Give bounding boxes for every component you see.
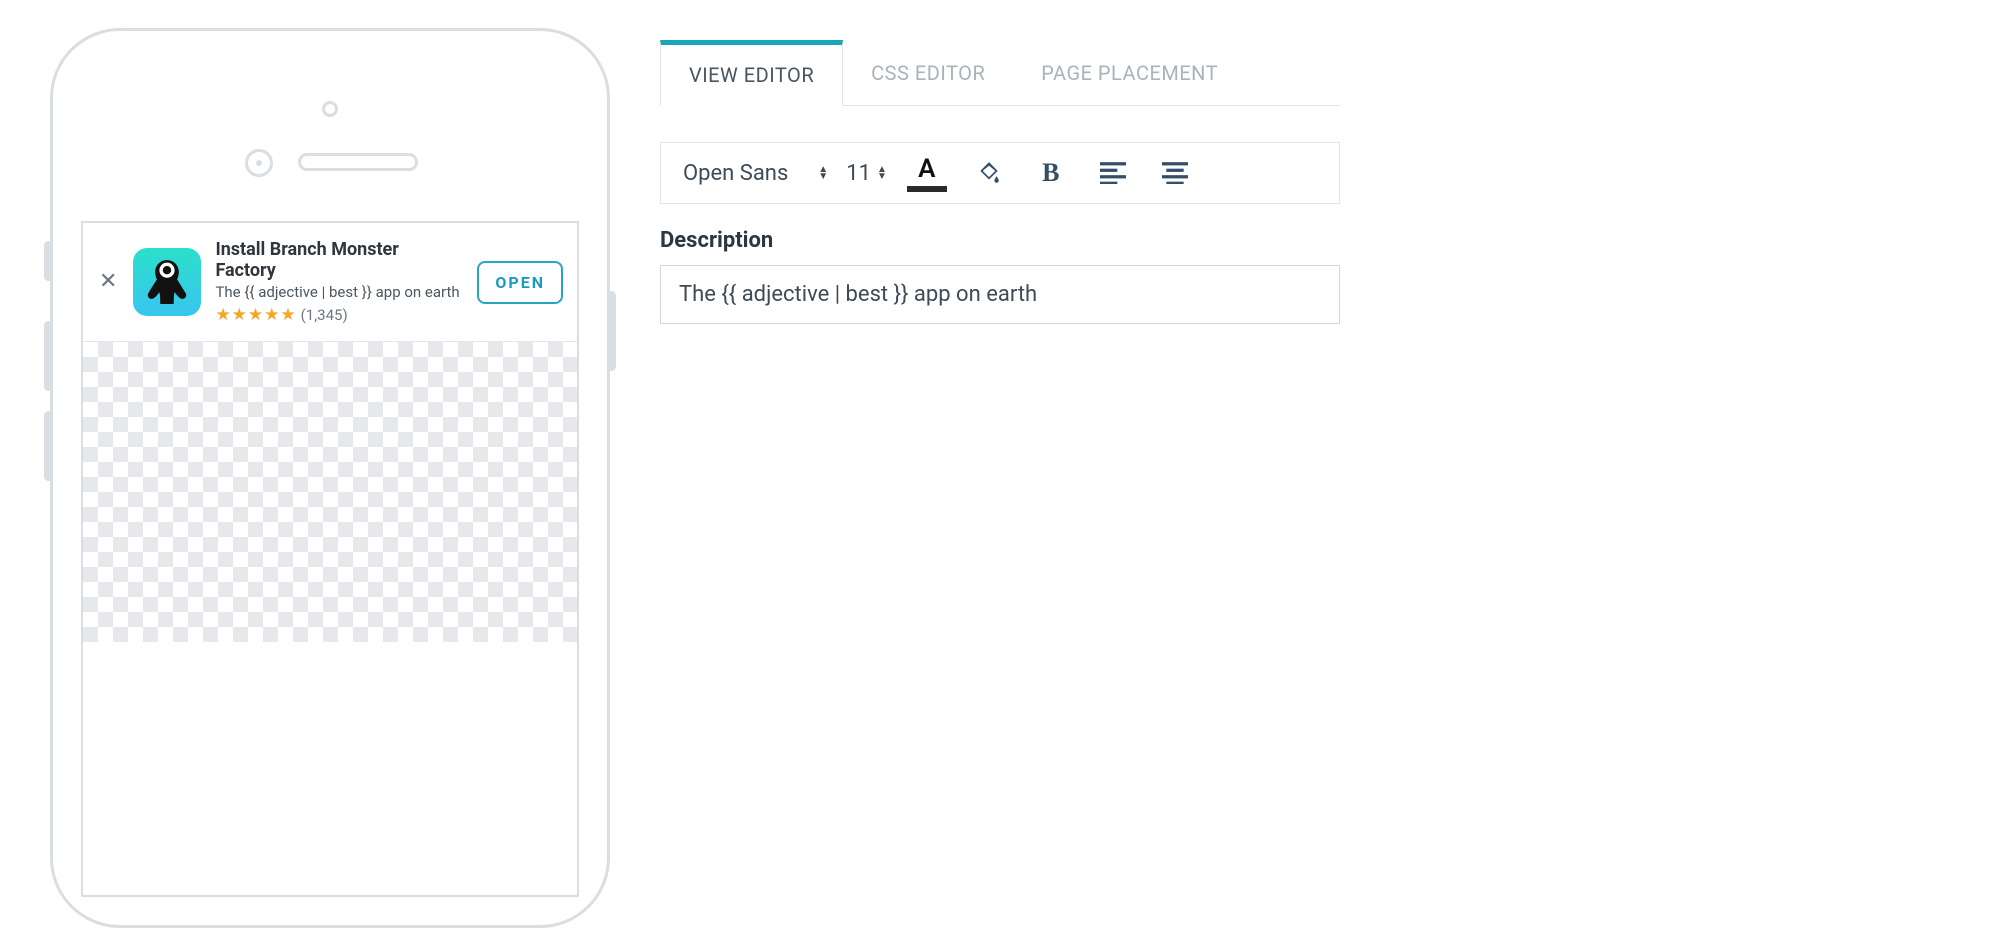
phone-side-button <box>44 411 53 481</box>
bold-button[interactable]: B <box>1029 158 1073 188</box>
banner-title: Install Branch Monster Factory <box>215 239 463 281</box>
banner-rating: ★★★★★ (1,345) <box>215 305 463 325</box>
star-icons: ★★★★★ <box>215 305 296 325</box>
paint-bucket-icon <box>976 160 1002 186</box>
phone-speaker <box>298 153 418 171</box>
text-toolbar: Open Sans ▲▼ 11 ▲▼ A B <box>660 142 1340 204</box>
close-icon[interactable]: ✕ <box>97 271 119 293</box>
phone-sensor-dot <box>322 101 338 117</box>
description-input[interactable] <box>660 265 1340 324</box>
align-center-icon <box>1162 162 1188 184</box>
smart-banner: ✕ Install Branch Monster Factory The {{ … <box>83 223 577 342</box>
banner-text-block: Install Branch Monster Factory The {{ ad… <box>215 239 463 325</box>
phone-mockup: ✕ Install Branch Monster Factory The {{ … <box>50 28 610 928</box>
monster-icon <box>140 255 194 309</box>
tab-bar: VIEW EDITOR CSS EDITOR PAGE PLACEMENT <box>660 40 1340 106</box>
tab-view-editor[interactable]: VIEW EDITOR <box>660 40 843 105</box>
fill-color-button[interactable] <box>967 160 1011 186</box>
open-button[interactable]: OPEN <box>477 261 563 304</box>
phone-side-button <box>44 241 53 281</box>
font-size-value: 11 <box>846 161 871 186</box>
description-label: Description <box>660 228 1340 253</box>
align-left-button[interactable] <box>1091 162 1135 184</box>
bold-icon: B <box>1042 158 1059 188</box>
align-center-button[interactable] <box>1153 162 1197 184</box>
font-family-value: Open Sans <box>683 161 788 186</box>
phone-side-button <box>607 291 616 371</box>
tab-css-editor[interactable]: CSS EDITOR <box>843 40 1013 105</box>
sort-arrows-icon: ▲▼ <box>877 166 887 180</box>
rating-count: (1,345) <box>301 306 348 324</box>
font-size-select[interactable]: 11 ▲▼ <box>846 161 887 186</box>
banner-subtitle: The {{ adjective | best }} app on earth <box>215 283 463 301</box>
align-left-icon <box>1100 162 1126 184</box>
text-color-button[interactable]: A <box>905 154 949 192</box>
text-color-swatch <box>907 186 947 192</box>
text-color-icon: A <box>918 154 935 184</box>
app-icon <box>133 248 201 316</box>
phone-screen: ✕ Install Branch Monster Factory The {{ … <box>81 221 579 897</box>
font-family-select[interactable]: Open Sans ▲▼ <box>683 161 828 186</box>
editor-panel: VIEW EDITOR CSS EDITOR PAGE PLACEMENT Op… <box>660 40 1340 324</box>
tab-page-placement[interactable]: PAGE PLACEMENT <box>1013 40 1246 105</box>
phone-camera <box>245 149 273 177</box>
sort-arrows-icon: ▲▼ <box>818 166 828 180</box>
phone-side-button <box>44 321 53 391</box>
transparent-placeholder <box>83 342 577 642</box>
